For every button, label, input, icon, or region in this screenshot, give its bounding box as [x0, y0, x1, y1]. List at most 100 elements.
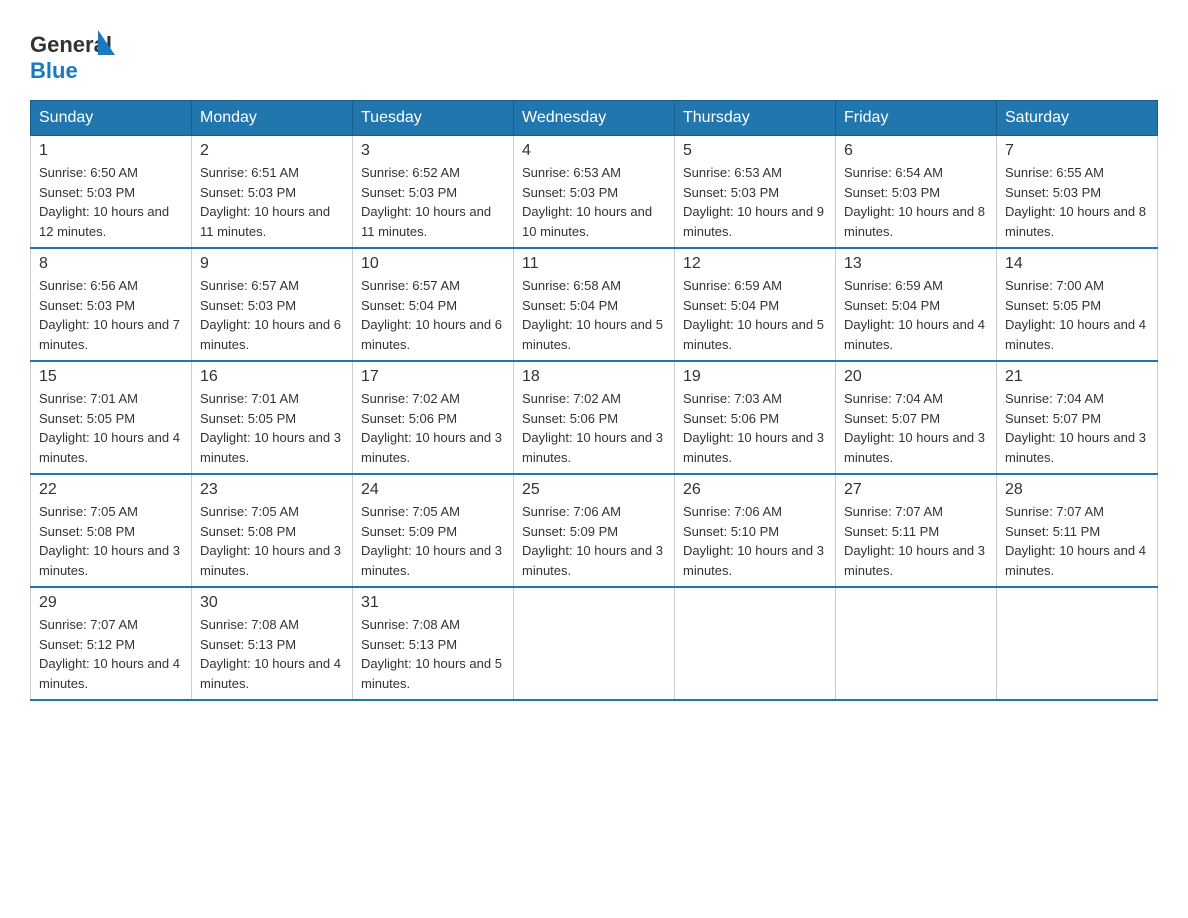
day-cell: [836, 587, 997, 700]
week-row-3: 15 Sunrise: 7:01 AM Sunset: 5:05 PM Dayl…: [31, 361, 1158, 474]
day-info: Sunrise: 6:57 AM Sunset: 5:04 PM Dayligh…: [361, 276, 505, 354]
day-cell: 18 Sunrise: 7:02 AM Sunset: 5:06 PM Dayl…: [514, 361, 675, 474]
day-cell: 6 Sunrise: 6:54 AM Sunset: 5:03 PM Dayli…: [836, 136, 997, 249]
day-cell: 2 Sunrise: 6:51 AM Sunset: 5:03 PM Dayli…: [192, 136, 353, 249]
day-cell: 8 Sunrise: 6:56 AM Sunset: 5:03 PM Dayli…: [31, 248, 192, 361]
day-cell: 25 Sunrise: 7:06 AM Sunset: 5:09 PM Dayl…: [514, 474, 675, 587]
header-cell-sunday: Sunday: [31, 101, 192, 136]
day-number: 21: [1005, 368, 1149, 386]
calendar-table: SundayMondayTuesdayWednesdayThursdayFrid…: [30, 100, 1158, 701]
day-info: Sunrise: 6:57 AM Sunset: 5:03 PM Dayligh…: [200, 276, 344, 354]
header-cell-monday: Monday: [192, 101, 353, 136]
day-cell: 23 Sunrise: 7:05 AM Sunset: 5:08 PM Dayl…: [192, 474, 353, 587]
week-row-5: 29 Sunrise: 7:07 AM Sunset: 5:12 PM Dayl…: [31, 587, 1158, 700]
calendar-body: 1 Sunrise: 6:50 AM Sunset: 5:03 PM Dayli…: [31, 136, 1158, 701]
day-info: Sunrise: 6:58 AM Sunset: 5:04 PM Dayligh…: [522, 276, 666, 354]
day-info: Sunrise: 7:06 AM Sunset: 5:10 PM Dayligh…: [683, 502, 827, 580]
day-cell: 31 Sunrise: 7:08 AM Sunset: 5:13 PM Dayl…: [353, 587, 514, 700]
day-number: 27: [844, 481, 988, 499]
day-number: 4: [522, 142, 666, 160]
day-info: Sunrise: 7:04 AM Sunset: 5:07 PM Dayligh…: [844, 389, 988, 467]
day-number: 13: [844, 255, 988, 273]
day-number: 5: [683, 142, 827, 160]
day-cell: 26 Sunrise: 7:06 AM Sunset: 5:10 PM Dayl…: [675, 474, 836, 587]
day-number: 31: [361, 594, 505, 612]
calendar-header: SundayMondayTuesdayWednesdayThursdayFrid…: [31, 101, 1158, 136]
day-info: Sunrise: 6:54 AM Sunset: 5:03 PM Dayligh…: [844, 163, 988, 241]
day-number: 28: [1005, 481, 1149, 499]
day-cell: 27 Sunrise: 7:07 AM Sunset: 5:11 PM Dayl…: [836, 474, 997, 587]
day-cell: 19 Sunrise: 7:03 AM Sunset: 5:06 PM Dayl…: [675, 361, 836, 474]
day-cell: 22 Sunrise: 7:05 AM Sunset: 5:08 PM Dayl…: [31, 474, 192, 587]
day-number: 8: [39, 255, 183, 273]
day-info: Sunrise: 7:07 AM Sunset: 5:11 PM Dayligh…: [1005, 502, 1149, 580]
logo-svg: General Blue: [30, 20, 120, 90]
day-number: 20: [844, 368, 988, 386]
day-cell: [514, 587, 675, 700]
day-info: Sunrise: 6:59 AM Sunset: 5:04 PM Dayligh…: [683, 276, 827, 354]
day-cell: 14 Sunrise: 7:00 AM Sunset: 5:05 PM Dayl…: [997, 248, 1158, 361]
logo: General Blue: [30, 20, 120, 90]
day-info: Sunrise: 6:50 AM Sunset: 5:03 PM Dayligh…: [39, 163, 183, 241]
day-info: Sunrise: 7:08 AM Sunset: 5:13 PM Dayligh…: [200, 615, 344, 693]
day-info: Sunrise: 7:04 AM Sunset: 5:07 PM Dayligh…: [1005, 389, 1149, 467]
header-cell-saturday: Saturday: [997, 101, 1158, 136]
day-cell: 7 Sunrise: 6:55 AM Sunset: 5:03 PM Dayli…: [997, 136, 1158, 249]
day-info: Sunrise: 7:01 AM Sunset: 5:05 PM Dayligh…: [39, 389, 183, 467]
day-cell: 10 Sunrise: 6:57 AM Sunset: 5:04 PM Dayl…: [353, 248, 514, 361]
day-cell: 29 Sunrise: 7:07 AM Sunset: 5:12 PM Dayl…: [31, 587, 192, 700]
day-cell: 4 Sunrise: 6:53 AM Sunset: 5:03 PM Dayli…: [514, 136, 675, 249]
day-info: Sunrise: 7:02 AM Sunset: 5:06 PM Dayligh…: [361, 389, 505, 467]
header-cell-friday: Friday: [836, 101, 997, 136]
week-row-2: 8 Sunrise: 6:56 AM Sunset: 5:03 PM Dayli…: [31, 248, 1158, 361]
day-info: Sunrise: 6:55 AM Sunset: 5:03 PM Dayligh…: [1005, 163, 1149, 241]
day-info: Sunrise: 7:00 AM Sunset: 5:05 PM Dayligh…: [1005, 276, 1149, 354]
day-cell: 3 Sunrise: 6:52 AM Sunset: 5:03 PM Dayli…: [353, 136, 514, 249]
day-number: 7: [1005, 142, 1149, 160]
day-cell: 9 Sunrise: 6:57 AM Sunset: 5:03 PM Dayli…: [192, 248, 353, 361]
day-cell: 15 Sunrise: 7:01 AM Sunset: 5:05 PM Dayl…: [31, 361, 192, 474]
day-cell: 21 Sunrise: 7:04 AM Sunset: 5:07 PM Dayl…: [997, 361, 1158, 474]
day-info: Sunrise: 6:53 AM Sunset: 5:03 PM Dayligh…: [683, 163, 827, 241]
day-number: 24: [361, 481, 505, 499]
day-info: Sunrise: 7:07 AM Sunset: 5:11 PM Dayligh…: [844, 502, 988, 580]
day-info: Sunrise: 7:07 AM Sunset: 5:12 PM Dayligh…: [39, 615, 183, 693]
svg-text:Blue: Blue: [30, 58, 78, 83]
day-cell: 5 Sunrise: 6:53 AM Sunset: 5:03 PM Dayli…: [675, 136, 836, 249]
day-info: Sunrise: 7:05 AM Sunset: 5:08 PM Dayligh…: [200, 502, 344, 580]
week-row-1: 1 Sunrise: 6:50 AM Sunset: 5:03 PM Dayli…: [31, 136, 1158, 249]
page-header: General Blue: [30, 20, 1158, 90]
day-number: 11: [522, 255, 666, 273]
day-number: 22: [39, 481, 183, 499]
day-info: Sunrise: 6:53 AM Sunset: 5:03 PM Dayligh…: [522, 163, 666, 241]
header-cell-thursday: Thursday: [675, 101, 836, 136]
day-cell: 30 Sunrise: 7:08 AM Sunset: 5:13 PM Dayl…: [192, 587, 353, 700]
day-cell: 28 Sunrise: 7:07 AM Sunset: 5:11 PM Dayl…: [997, 474, 1158, 587]
day-info: Sunrise: 6:59 AM Sunset: 5:04 PM Dayligh…: [844, 276, 988, 354]
day-info: Sunrise: 6:51 AM Sunset: 5:03 PM Dayligh…: [200, 163, 344, 241]
day-info: Sunrise: 7:03 AM Sunset: 5:06 PM Dayligh…: [683, 389, 827, 467]
day-cell: 16 Sunrise: 7:01 AM Sunset: 5:05 PM Dayl…: [192, 361, 353, 474]
day-cell: 1 Sunrise: 6:50 AM Sunset: 5:03 PM Dayli…: [31, 136, 192, 249]
day-number: 18: [522, 368, 666, 386]
day-cell: 11 Sunrise: 6:58 AM Sunset: 5:04 PM Dayl…: [514, 248, 675, 361]
day-number: 14: [1005, 255, 1149, 273]
day-info: Sunrise: 7:05 AM Sunset: 5:09 PM Dayligh…: [361, 502, 505, 580]
day-number: 12: [683, 255, 827, 273]
day-cell: 13 Sunrise: 6:59 AM Sunset: 5:04 PM Dayl…: [836, 248, 997, 361]
day-number: 30: [200, 594, 344, 612]
day-info: Sunrise: 6:56 AM Sunset: 5:03 PM Dayligh…: [39, 276, 183, 354]
day-number: 15: [39, 368, 183, 386]
day-number: 23: [200, 481, 344, 499]
header-cell-tuesday: Tuesday: [353, 101, 514, 136]
day-number: 16: [200, 368, 344, 386]
day-info: Sunrise: 7:06 AM Sunset: 5:09 PM Dayligh…: [522, 502, 666, 580]
day-cell: [675, 587, 836, 700]
day-number: 19: [683, 368, 827, 386]
day-number: 1: [39, 142, 183, 160]
header-cell-wednesday: Wednesday: [514, 101, 675, 136]
day-info: Sunrise: 7:01 AM Sunset: 5:05 PM Dayligh…: [200, 389, 344, 467]
day-cell: 12 Sunrise: 6:59 AM Sunset: 5:04 PM Dayl…: [675, 248, 836, 361]
day-number: 9: [200, 255, 344, 273]
day-number: 6: [844, 142, 988, 160]
